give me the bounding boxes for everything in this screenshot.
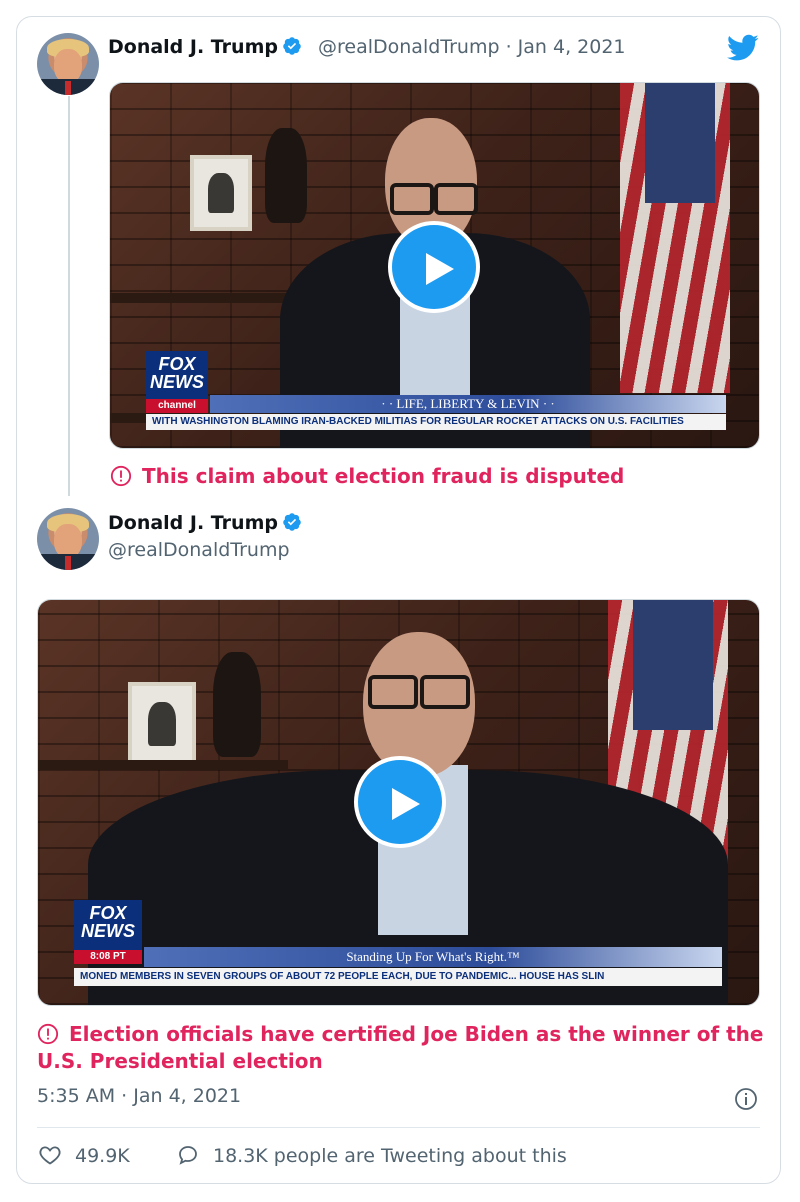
conversation-link[interactable]: 18.3K people are Tweeting about this (175, 1143, 567, 1167)
author-handle[interactable]: @realDonaldTrump (318, 36, 500, 58)
like-button[interactable]: 49.9K (37, 1143, 130, 1167)
tweet-time: 5:35 AM (37, 1085, 116, 1107)
author-name-text: Donald J. Trump (108, 36, 278, 58)
exclamation-circle-icon (110, 465, 132, 487)
author-avatar[interactable] (37, 508, 99, 570)
disputed-claim-notice[interactable]: This claim about election fraud is dispu… (110, 463, 750, 490)
exclamation-circle-icon (37, 1023, 59, 1045)
play-icon (392, 788, 420, 820)
certified-election-notice[interactable]: Election officials have certified Joe Bi… (37, 1021, 765, 1075)
tweet-date[interactable]: Jan 4, 2021 (518, 36, 626, 58)
author-name-text: Donald J. Trump (108, 512, 278, 534)
verified-badge-icon (283, 513, 301, 531)
speech-bubble-icon (179, 1146, 197, 1165)
conversation-count-text: 18.3K people are Tweeting about this (213, 1145, 567, 1167)
info-icon[interactable] (734, 1087, 758, 1111)
divider (37, 1127, 760, 1128)
news-ticker: WITH WASHINGTON BLAMING IRAN-BACKED MILI… (146, 414, 726, 430)
author-name[interactable]: Donald J. Trump (108, 36, 302, 58)
notice-text: This claim about election fraud is dispu… (142, 464, 625, 488)
author-name[interactable]: Donald J. Trump (108, 512, 302, 534)
thread-connector-line (68, 96, 70, 496)
video-thumbnail[interactable]: FOX NEWS 8:08 PT Standing Up For What's … (37, 599, 760, 1006)
heart-icon (39, 1146, 61, 1165)
twitter-bird-icon[interactable] (727, 34, 759, 62)
notice-text: Election officials have certified Joe Bi… (37, 1022, 764, 1073)
verified-badge-icon (283, 37, 301, 55)
play-icon (426, 253, 454, 285)
tweet-date: Jan 4, 2021 (133, 1085, 242, 1107)
fox-news-logo: FOX NEWS 8:08 PT (74, 900, 142, 964)
author-handle[interactable]: @realDonaldTrump (108, 539, 290, 561)
news-ticker: MONED MEMBERS IN SEVEN GROUPS OF ABOUT 7… (74, 968, 722, 986)
separator-dot: · (121, 1085, 128, 1107)
show-title-bar: · · LIFE, LIBERTY & LEVIN · · (210, 395, 726, 413)
like-count: 49.9K (75, 1145, 130, 1167)
fox-news-logo: FOX NEWS channel (146, 351, 208, 413)
tweet-timestamp[interactable]: 5:35 AM · Jan 4, 2021 (37, 1085, 241, 1107)
play-button[interactable] (354, 756, 446, 848)
author-avatar[interactable] (37, 33, 99, 95)
video-thumbnail[interactable]: FOX NEWS channel · · LIFE, LIBERTY & LEV… (109, 82, 760, 449)
play-button[interactable] (388, 221, 480, 313)
show-title-bar: Standing Up For What's Right.™ (144, 947, 722, 967)
separator-dot: · (505, 36, 512, 58)
handle-and-date: @realDonaldTrump · Jan 4, 2021 (318, 36, 626, 58)
